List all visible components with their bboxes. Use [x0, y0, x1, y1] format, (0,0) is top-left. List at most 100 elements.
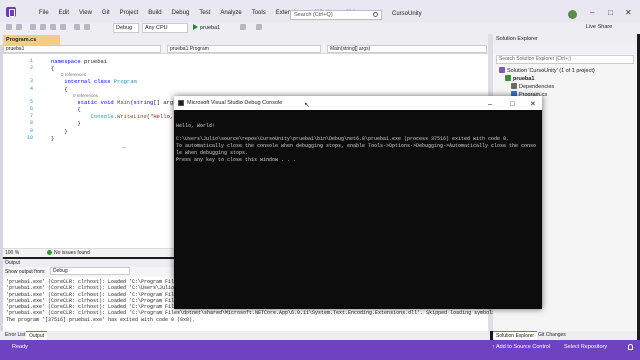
code-token: } — [51, 120, 81, 128]
output-source-select[interactable]: Debug — [49, 267, 130, 275]
debug-console-window[interactable]: Microsoft Visual Studio Debug Console – … — [174, 96, 542, 309]
tree-item[interactable]: Dependencies — [511, 83, 554, 90]
tab-program-cs[interactable]: Program.cs — [3, 35, 60, 45]
code-line[interactable]: } — [51, 135, 54, 142]
menu-item-debug[interactable]: Debug — [167, 10, 195, 16]
undo-icon[interactable] — [74, 24, 80, 30]
maximize-icon[interactable]: □ — [608, 8, 613, 17]
code-line[interactable]: static void Main(string[] args) — [51, 98, 179, 106]
open-icon[interactable] — [40, 24, 46, 30]
code-token: string — [133, 98, 154, 106]
solution-explorer-search[interactable]: Search Solution Explorer (Ctrl+;) — [496, 55, 634, 64]
visual-studio-logo-icon[interactable] — [6, 7, 16, 17]
redo-icon[interactable] — [84, 24, 90, 30]
tab-git-changes[interactable]: Git Changes — [535, 331, 569, 340]
search-icon — [373, 12, 378, 17]
code-token: namespace — [51, 58, 81, 65]
new-item-icon[interactable] — [30, 24, 36, 30]
output-line: The program '[37516] prueba1.exe' has ex… — [6, 316, 196, 323]
bottom-tab-strip: Error List Output — [0, 331, 490, 340]
code-token: { — [51, 65, 55, 73]
project-item-icon — [505, 75, 511, 81]
avatar[interactable] — [568, 10, 577, 19]
code-line[interactable]: } — [51, 120, 81, 128]
menu-item-test[interactable]: Test — [194, 10, 215, 16]
select-repository-button[interactable]: Select Repository — [564, 344, 607, 350]
platform-select[interactable]: Any CPU — [142, 23, 188, 33]
console-close-icon[interactable]: ✕ — [530, 98, 536, 112]
code-token: Program — [113, 78, 137, 86]
tree-item-label: Dependencies — [519, 84, 555, 90]
class-dropdown[interactable]: prueba1.Program — [167, 45, 321, 53]
close-icon[interactable]: ✕ — [625, 8, 632, 17]
console-maximize-icon[interactable]: □ — [510, 98, 514, 112]
search-placeholder: Search (Ctrl+Q) — [294, 12, 333, 18]
tree-item-label: Solution 'CursoUnity' (1 of 1 project) — [507, 68, 595, 74]
issues-indicator[interactable]: No issues found — [47, 249, 90, 257]
hot-reload-icon[interactable] — [256, 24, 262, 30]
code-line[interactable]: namespace prueba1 — [51, 58, 107, 65]
zoom-level[interactable]: 100 % — [5, 249, 19, 257]
menu-item-analyze[interactable]: Analyze — [215, 10, 246, 16]
tree-item[interactable]: prueba1 — [505, 75, 534, 82]
solution-explorer-toolbar — [493, 44, 637, 54]
live-share-button[interactable]: Live Share — [586, 24, 612, 30]
check-circle-icon — [47, 250, 52, 255]
solution-explorer-tab-strip: Solution Explorer Git Changes — [493, 331, 637, 340]
line-number: 2 — [29, 65, 33, 72]
code-line[interactable]: internal class Program — [51, 78, 137, 85]
code-token: static void — [77, 98, 114, 106]
mouse-pointer-icon: ↖ — [304, 102, 310, 109]
start-without-debugging-icon[interactable] — [240, 24, 246, 30]
title-bar: File Edit View Git Project Build Debug Test Anal… — [0, 0, 640, 22]
code-token: } — [51, 127, 68, 135]
console-app-icon — [178, 100, 184, 106]
code-token: { — [51, 85, 68, 93]
tab-solution-explorer[interactable]: Solution Explorer — [493, 331, 538, 340]
issues-text: No issues found — [54, 250, 90, 256]
add-to-source-control-button[interactable]: ↑ Add to Source Control — [492, 344, 550, 350]
play-icon — [193, 24, 198, 30]
menu-item-view[interactable]: View — [74, 10, 97, 16]
menu-item-edit[interactable]: Edit — [54, 10, 74, 16]
codelens-references[interactable]: 0 references — [61, 72, 86, 77]
code-token: prueba1 — [80, 58, 108, 65]
code-token: Console — [90, 113, 114, 121]
notification-bell-icon[interactable] — [628, 344, 633, 350]
console-title-bar[interactable]: Microsoft Visual Studio Debug Console – … — [174, 96, 542, 110]
status-ready: Ready — [12, 344, 28, 350]
line-number: 3 — [29, 78, 33, 85]
code-line[interactable]: { — [51, 65, 54, 72]
project-item-icon — [499, 67, 505, 73]
start-debugging-button[interactable]: prueba1 — [193, 23, 220, 33]
project-dropdown[interactable]: prueba1 — [3, 45, 161, 53]
member-dropdown[interactable]: Main(string[] args) — [327, 45, 487, 53]
tab-error-list[interactable]: Error List — [2, 331, 28, 340]
code-line[interactable]: { — [51, 106, 81, 113]
project-item-icon — [511, 83, 517, 89]
tab-output[interactable]: Output — [26, 331, 48, 340]
console-minimize-icon[interactable]: – — [488, 98, 492, 112]
codelens-references[interactable]: 0 references — [73, 93, 98, 98]
menu-item-project[interactable]: Project — [115, 10, 144, 16]
forward-icon[interactable] — [16, 24, 22, 30]
line-number: 4 — [29, 85, 33, 92]
tree-item[interactable]: Solution 'CursoUnity' (1 of 1 project) — [499, 67, 595, 74]
code-line[interactable]: } — [51, 127, 68, 135]
save-all-icon[interactable] — [60, 24, 66, 30]
minimize-icon[interactable]: – — [590, 8, 594, 17]
search-box[interactable]: Search (Ctrl+Q) — [290, 10, 382, 20]
line-number: 6 — [29, 106, 33, 112]
menu-item-git[interactable]: Git — [97, 10, 115, 16]
menu-item-file[interactable]: File — [34, 10, 54, 16]
line-number: 10 — [26, 134, 33, 141]
output-line: 'prueba1.exe' (CoreCLR: clrhost): Loaded… — [6, 310, 499, 317]
code-line[interactable]: { — [51, 85, 68, 93]
back-icon[interactable] — [6, 24, 12, 30]
menu-item-build[interactable]: Build — [143, 10, 166, 16]
configuration-select[interactable]: Debug — [113, 23, 139, 33]
save-icon[interactable] — [50, 24, 56, 30]
code-token: { — [51, 106, 81, 113]
output-source-label: Show output from: — [5, 269, 46, 275]
menu-item-tools[interactable]: Tools — [247, 10, 271, 16]
